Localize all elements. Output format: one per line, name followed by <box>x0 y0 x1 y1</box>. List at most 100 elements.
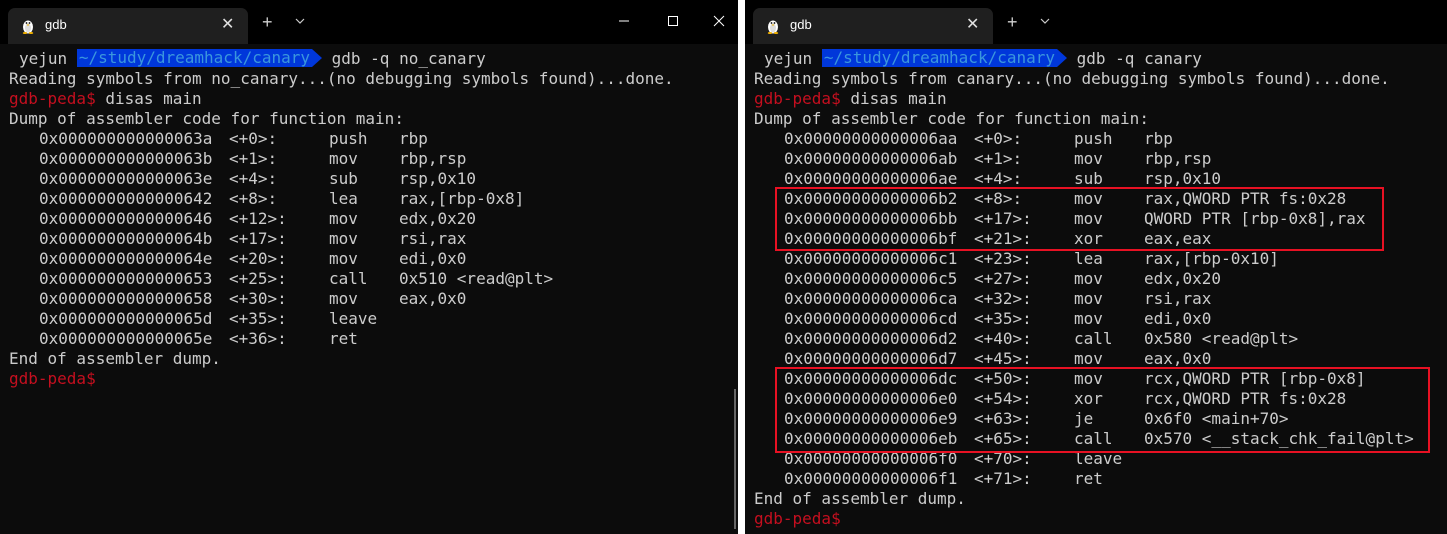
asm-operands: eax,eax <box>1144 229 1212 248</box>
disassembly-listing: 0x000000000000063a <+0>: push rbp 0x00000000… <box>9 129 738 349</box>
gdb-command: disas main <box>95 89 202 108</box>
asm-offset: <+0>: <box>229 129 278 148</box>
asm-mnemonic: mov <box>1074 289 1103 308</box>
close-window-icon[interactable] <box>707 10 731 32</box>
asm-line: 0x00000000000006d2 <+40>: call 0x580 <read@… <box>754 329 1447 349</box>
chevron-down-icon[interactable] <box>1037 12 1053 30</box>
asm-offset: <+71>: <box>974 469 1032 488</box>
asm-mnemonic: sub <box>329 169 358 188</box>
asm-line: 0x00000000000006aa <+0>: push rbp <box>754 129 1447 149</box>
gdb-prompt: gdb-peda$ <box>754 509 841 528</box>
gdb-final-prompt: gdb-peda$ <box>754 509 1447 529</box>
asm-mnemonic: mov <box>329 249 358 268</box>
asm-operands: rax,[rbp-0x8] <box>399 189 525 208</box>
asm-mnemonic: lea <box>329 189 358 208</box>
asm-address: 0x000000000000065e <box>39 329 213 348</box>
new-tab-button[interactable]: + <box>1007 12 1018 33</box>
asm-offset: <+17>: <box>974 209 1032 228</box>
asm-offset: <+27>: <box>974 269 1032 288</box>
asm-operands: rcx,QWORD PTR [rbp-0x8] <box>1144 369 1366 388</box>
asm-operands: 0x570 <__stack_chk_fail@plt> <box>1144 429 1414 448</box>
dump-header: Dump of assembler code for function main… <box>9 109 404 128</box>
gdb-command-line: gdb-peda$ disas main <box>9 89 738 109</box>
asm-address: 0x00000000000006bf <box>784 229 958 248</box>
asm-offset: <+70>: <box>974 449 1032 468</box>
asm-mnemonic: mov <box>1074 189 1103 208</box>
asm-offset: <+21>: <box>974 229 1032 248</box>
asm-line: 0x00000000000006dc <+50>: mov rcx,QWORD PTR… <box>754 369 1447 389</box>
tab-close-icon[interactable]: ✕ <box>966 14 979 34</box>
asm-line: 0x00000000000006bb <+17>: mov QWORD PTR [rb… <box>754 209 1447 229</box>
asm-offset: <+17>: <box>229 229 287 248</box>
asm-operands: eax,0x0 <box>399 289 467 308</box>
linux-tux-icon <box>767 20 779 34</box>
asm-address: 0x00000000000006eb <box>784 429 958 448</box>
asm-line: 0x00000000000006f0 <+70>: leave <box>754 449 1447 469</box>
asm-line: 0x00000000000006cd <+35>: mov edi,0x0 <box>754 309 1447 329</box>
asm-mnemonic: call <box>1074 429 1113 448</box>
asm-operands: rsi,rax <box>399 229 467 248</box>
tab-gdb[interactable]: gdb ✕ <box>8 8 248 44</box>
gdb-prompt: gdb-peda$ <box>9 89 96 108</box>
terminal-window-right: gdb ✕ + yejun ~/study/dreamhack/canary g… <box>745 0 1447 534</box>
asm-line: 0x00000000000006b2 <+8>: mov rax,QWORD PTR … <box>754 189 1447 209</box>
asm-mnemonic: mov <box>329 149 358 168</box>
asm-operands: edi,0x0 <box>399 249 467 268</box>
asm-mnemonic: mov <box>1074 309 1103 328</box>
asm-line: 0x00000000000006ca <+32>: mov rsi,rax <box>754 289 1447 309</box>
asm-line: 0x0000000000000658 <+30>: mov eax,0x0 <box>9 289 738 309</box>
scrollbar[interactable] <box>734 389 736 529</box>
terminal-output[interactable]: yejun ~/study/dreamhack/canary gdb -q no… <box>9 49 738 534</box>
asm-offset: <+4>: <box>974 169 1023 188</box>
window-divider <box>738 0 745 534</box>
asm-address: 0x000000000000064b <box>39 229 213 248</box>
asm-offset: <+8>: <box>229 189 278 208</box>
asm-mnemonic: leave <box>329 309 378 328</box>
asm-mnemonic: mov <box>1074 349 1103 368</box>
asm-line: 0x000000000000064e <+20>: mov edi,0x0 <box>9 249 738 269</box>
maximize-icon[interactable] <box>661 10 685 32</box>
asm-line: 0x00000000000006e9 <+63>: je 0x6f0 <main+70… <box>754 409 1447 429</box>
prompt-path: ~/study/dreamhack/canary <box>76 48 323 67</box>
asm-offset: <+54>: <box>974 389 1032 408</box>
asm-offset: <+8>: <box>974 189 1023 208</box>
tab-gdb[interactable]: gdb ✕ <box>753 8 993 44</box>
asm-line: 0x000000000000065d <+35>: leave <box>9 309 738 329</box>
asm-offset: <+0>: <box>974 129 1023 148</box>
asm-address: 0x00000000000006c1 <box>784 249 958 268</box>
terminal-window-left: gdb ✕ + yejun ~/study/dreamhack/canary g… <box>0 0 738 534</box>
asm-offset: <+45>: <box>974 349 1032 368</box>
asm-operands: edx,0x20 <box>1144 269 1222 288</box>
asm-mnemonic: lea <box>1074 249 1103 268</box>
asm-line: 0x000000000000063a <+0>: push rbp <box>9 129 738 149</box>
asm-mnemonic: mov <box>1074 209 1103 228</box>
asm-address: 0x0000000000000646 <box>39 209 213 228</box>
asm-operands: edx,0x20 <box>399 209 477 228</box>
asm-address: 0x000000000000065d <box>39 309 213 328</box>
asm-address: 0x00000000000006ca <box>784 289 958 308</box>
dump-footer: End of assembler dump. <box>9 349 221 368</box>
asm-offset: <+32>: <box>974 289 1032 308</box>
asm-address: 0x000000000000064e <box>39 249 213 268</box>
asm-line: 0x0000000000000642 <+8>: lea rax,[rbp-0x8] <box>9 189 738 209</box>
asm-line: 0x00000000000006bf <+21>: xor eax,eax <box>754 229 1447 249</box>
asm-mnemonic: call <box>1074 329 1113 348</box>
asm-line: 0x00000000000006ae <+4>: sub rsp,0x10 <box>754 169 1447 189</box>
tab-title: gdb <box>45 17 67 32</box>
new-tab-button[interactable]: + <box>262 12 273 33</box>
chevron-down-icon[interactable] <box>292 12 308 30</box>
asm-operands: rsp,0x10 <box>399 169 477 188</box>
asm-line: 0x00000000000006ab <+1>: mov rbp,rsp <box>754 149 1447 169</box>
shell-prompt-line: yejun ~/study/dreamhack/canary gdb -q no… <box>9 49 738 69</box>
shell-prompt-line: yejun ~/study/dreamhack/canary gdb -q ca… <box>754 49 1447 69</box>
title-bar: gdb ✕ + <box>745 0 1447 44</box>
minimize-icon[interactable] <box>612 10 636 32</box>
asm-line: 0x0000000000000646 <+12>: mov edx,0x20 <box>9 209 738 229</box>
asm-mnemonic: je <box>1074 409 1094 428</box>
gdb-prompt: gdb-peda$ <box>9 369 96 388</box>
tab-close-icon[interactable]: ✕ <box>221 14 234 34</box>
asm-line: 0x0000000000000653 <+25>: call 0x510 <read@… <box>9 269 738 289</box>
asm-address: 0x00000000000006d2 <box>784 329 958 348</box>
asm-mnemonic: mov <box>329 289 358 308</box>
terminal-output[interactable]: yejun ~/study/dreamhack/canary gdb -q ca… <box>754 49 1447 534</box>
